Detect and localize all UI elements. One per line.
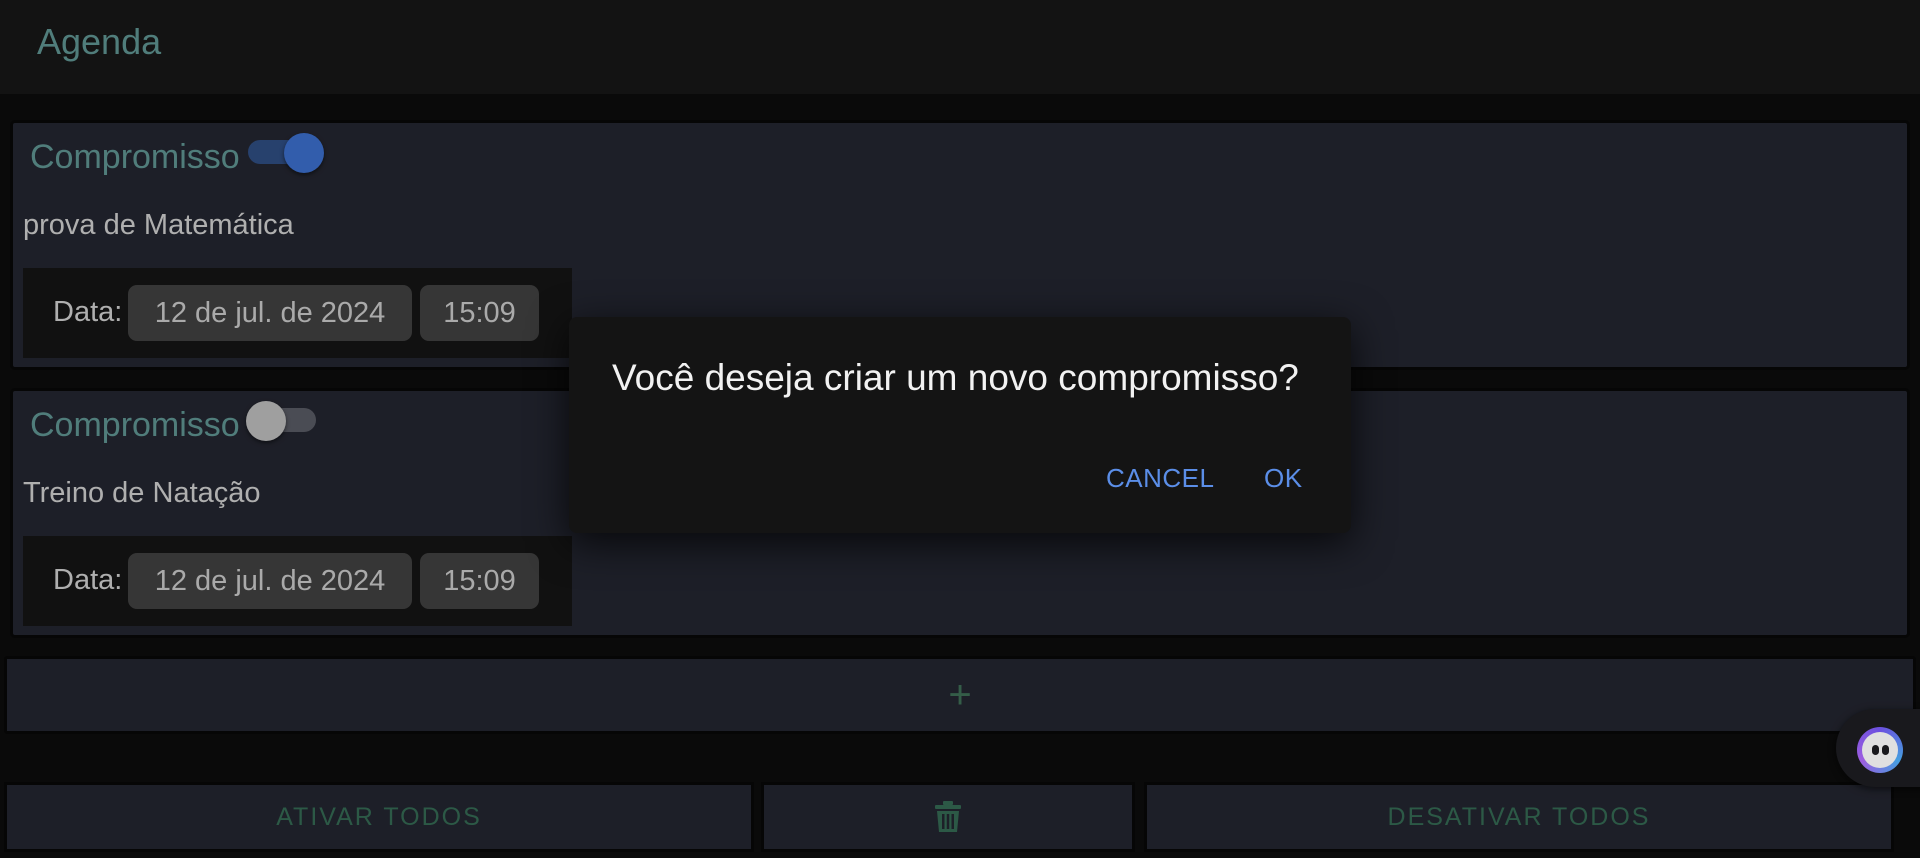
dialog-message: Você deseja criar um novo compromisso? — [612, 357, 1299, 398]
cancel-button[interactable]: CANCEL — [1106, 463, 1214, 494]
confirm-dialog: Você deseja criar um novo compromisso? C… — [569, 317, 1351, 533]
ok-button[interactable]: OK — [1264, 463, 1303, 494]
app-root: Agenda Compromisso prova de Matemática D… — [0, 0, 1920, 858]
